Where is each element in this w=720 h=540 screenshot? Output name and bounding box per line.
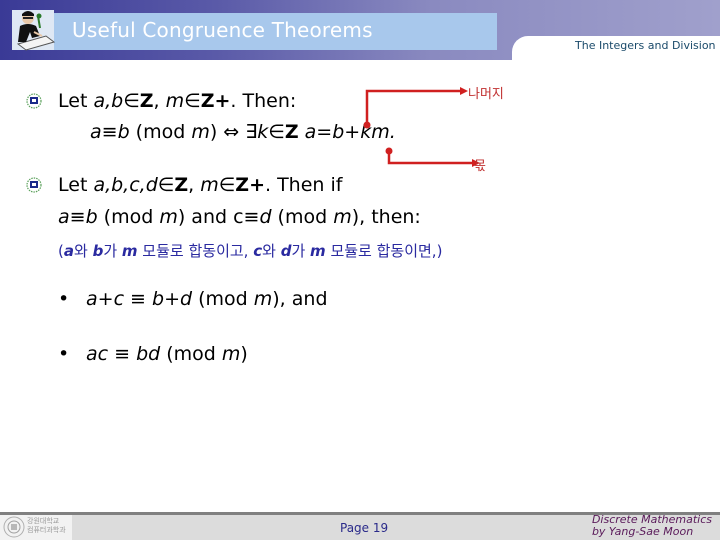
theorem2-condition: a≡b (mod m) and c≡d (mod m), then:: [58, 206, 421, 228]
then-text: . Then:: [230, 90, 297, 112]
remainder-label: 나머지: [468, 87, 504, 102]
university-seal-icon: [26, 177, 42, 193]
variable-d: d: [259, 206, 272, 228]
congruent-symbol: ≡: [108, 343, 137, 365]
mod-text: (mod: [129, 121, 192, 143]
result-product: ac ≡ bd (mod m): [86, 343, 248, 365]
rhs: bd: [136, 343, 161, 365]
integers-set: Z: [284, 121, 299, 143]
school-name: 강원대학교 컴퓨터과학과: [27, 517, 66, 535]
lhs: a+c: [86, 288, 125, 310]
rhs: b+d: [152, 288, 193, 310]
mod-close: ): [209, 121, 224, 143]
korean-text: 가: [103, 242, 122, 260]
variable-b: b: [85, 206, 98, 228]
mod-text: (mod: [192, 288, 254, 310]
element-of-symbol: ∈: [268, 121, 285, 143]
mod-text: (mod: [97, 206, 160, 228]
comma: ,: [188, 174, 201, 196]
professor-at-desk-icon: [12, 10, 56, 51]
variables-ab: a,b: [93, 90, 124, 112]
variable-k: k: [257, 121, 269, 143]
congruent-symbol: ≡: [101, 121, 118, 143]
lhs: ac: [86, 343, 109, 365]
variable-m: m: [191, 121, 210, 143]
variable-m: m: [310, 242, 326, 260]
korean-explanation: (a와 b가 m 모듈로 합동이고, c와 d가 m 모듈로 합동이면,): [58, 240, 442, 261]
element-of-symbol: ∈: [218, 174, 236, 196]
variable-a: a: [58, 206, 70, 228]
section-subtitle: The Integers and Division: [575, 39, 716, 52]
variable-m: m: [221, 343, 241, 365]
korean-text: 와: [262, 242, 281, 260]
mod-text: (mod: [160, 343, 222, 365]
integers-set: Z: [174, 174, 189, 196]
positive-integers-set: Z+: [200, 90, 231, 112]
then-text: ), then:: [351, 206, 421, 228]
slide-title: Useful Congruence Theorems: [72, 18, 373, 42]
korean-text: 모듈로 합동이면,): [325, 242, 443, 260]
integers-set: Z: [139, 90, 154, 112]
positive-integers-set: Z+: [235, 174, 265, 196]
variable-a: a: [90, 121, 102, 143]
variable-b: b: [117, 121, 130, 143]
department-name: 컴퓨터과학과: [27, 526, 66, 534]
congruent-symbol: ≡: [69, 206, 86, 228]
let-text: Let: [58, 174, 94, 196]
variable-b: b: [92, 242, 104, 260]
result-sum: a+c ≡ b+d (mod m), and: [86, 288, 328, 310]
course-credit: Discrete Mathematics by Yang-Sae Moon: [592, 514, 712, 538]
element-of-symbol: ∈: [184, 90, 201, 112]
variable-d: d: [280, 242, 292, 260]
congruent-symbol: ≡: [243, 206, 260, 228]
page-number: Page 19: [340, 521, 389, 535]
remainder-arrow: [363, 87, 468, 129]
variable-c: c: [253, 242, 263, 260]
variable-a: a: [63, 242, 74, 260]
variable-m: m: [253, 288, 273, 310]
element-of-symbol: ∈: [123, 90, 140, 112]
variable-m: m: [121, 242, 138, 260]
variables-abcd: a,b,c,d: [93, 174, 158, 196]
quotient-arrow: [385, 147, 480, 167]
university-seal-icon: [26, 93, 42, 109]
comma: ,: [153, 90, 166, 112]
element-of-symbol: ∈: [157, 174, 175, 196]
variable-m: m: [165, 90, 185, 112]
congruent-symbol: ≡: [124, 288, 153, 310]
iff-symbol: ⇔: [223, 121, 240, 143]
bullet: •: [58, 288, 70, 310]
korean-text: 와: [73, 242, 93, 260]
and-c-text: ) and c: [177, 206, 244, 228]
variable-m: m: [333, 206, 352, 228]
variable-m: m: [200, 174, 219, 196]
exists-symbol: ∃: [239, 121, 258, 143]
theorem2-intro: Let a,b,c,d∈Z, m∈Z+. Then if: [58, 174, 342, 196]
university-name: 강원대학교: [27, 517, 60, 525]
then-text: . Then if: [265, 174, 343, 196]
korean-text: 모듈로 합동이고,: [137, 242, 254, 260]
theorem1-intro: Let a,b∈Z, m∈Z+. Then:: [58, 90, 296, 112]
quotient-label: 몫: [474, 159, 486, 174]
tail-text: ): [240, 343, 248, 365]
bullet: •: [58, 343, 70, 365]
korean-text: 가: [291, 242, 311, 260]
university-seal-icon: [3, 516, 25, 538]
tail-text: ), and: [272, 288, 328, 310]
author: by Yang-Sae Moon: [591, 525, 694, 538]
let-text: Let: [58, 90, 94, 112]
variable-m: m: [159, 206, 178, 228]
mod-text: (mod: [271, 206, 334, 228]
